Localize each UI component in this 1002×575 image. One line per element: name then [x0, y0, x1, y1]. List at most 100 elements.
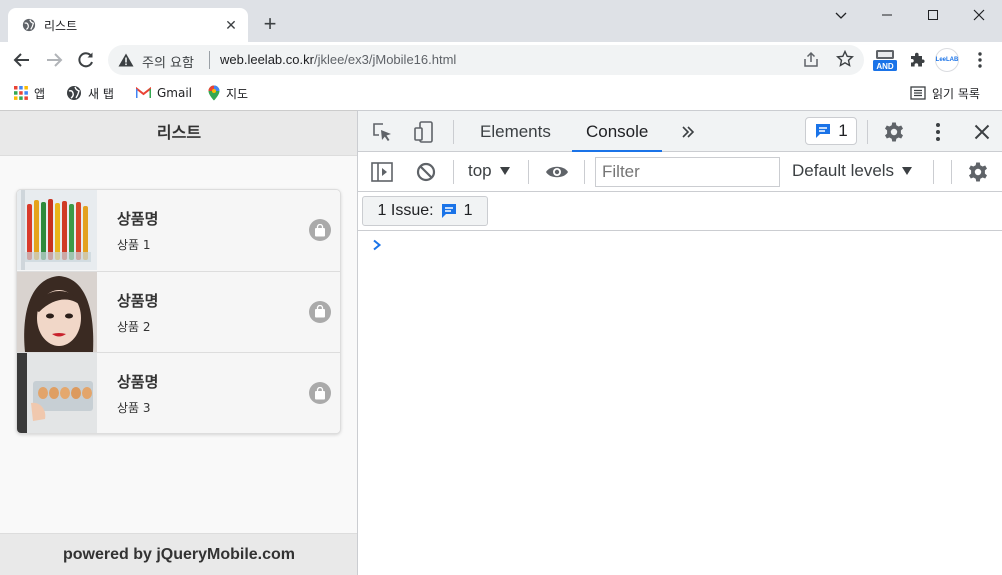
tab-close-icon[interactable]: ✕: [222, 16, 240, 34]
chevron-right-icon: [373, 239, 382, 251]
new-tab-button[interactable]: +: [258, 12, 282, 36]
leelab-label: LeeLAB: [935, 57, 959, 63]
reading-list-button[interactable]: 읽기 목록: [910, 83, 980, 103]
list-item[interactable]: 상품명 상품 3: [17, 353, 340, 433]
minimize-icon: [882, 14, 892, 16]
console-filter-input[interactable]: [595, 157, 780, 187]
message-icon: [816, 124, 831, 138]
shopping-bag-icon[interactable]: [309, 300, 331, 323]
share-icon[interactable]: [802, 51, 820, 69]
bookmarks-bar: 앱 새 탭 Gmail 지도 읽기 목록: [0, 78, 1002, 110]
issues-button[interactable]: 1 Issue: 1: [362, 196, 488, 226]
devtools-settings-button[interactable]: [882, 120, 906, 144]
reading-list-icon: [910, 86, 926, 100]
live-expression-button[interactable]: [544, 160, 570, 184]
show-sidebar-button[interactable]: [370, 160, 394, 184]
log-levels-label: Default levels: [792, 161, 895, 180]
devtools-tabbar: Elements Console 1: [358, 111, 1002, 152]
tab-elements[interactable]: Elements: [480, 111, 551, 152]
inspect-icon: [373, 123, 391, 141]
tab-console[interactable]: Console: [572, 111, 663, 152]
gear-icon: [969, 162, 987, 182]
browser-menu-button[interactable]: [970, 49, 990, 71]
url-text[interactable]: web.leelab.co.kr/jklee/ex3/jMobile16.htm…: [220, 52, 456, 67]
toolbar-divider: [951, 160, 952, 184]
bookmark-label: 새 탭: [88, 86, 114, 101]
close-icon: [974, 124, 990, 140]
context-selector[interactable]: top: [468, 161, 510, 181]
more-tabs-button[interactable]: [678, 122, 698, 142]
bookmark-label: Gmail: [157, 86, 193, 100]
toolbar-divider: [933, 160, 934, 184]
bookmark-maps[interactable]: 지도: [208, 83, 248, 103]
bookmark-gmail[interactable]: Gmail: [136, 83, 192, 103]
product-thumbnail: [17, 190, 97, 270]
warning-icon[interactable]: [118, 53, 134, 67]
bookmark-label: 지도: [226, 86, 249, 101]
kebab-menu-icon: [978, 52, 982, 68]
leelab-logo-icon: LeeLAB: [935, 48, 959, 72]
window-maximize-button[interactable]: [910, 0, 956, 30]
toolbar-divider: [528, 160, 529, 184]
apps-grid-icon: [14, 86, 28, 100]
log-levels-dropdown[interactable]: Default levels: [792, 161, 913, 181]
console-prompt[interactable]: [372, 238, 382, 256]
message-count: 1: [838, 121, 848, 140]
reading-list-label: 읽기 목록: [932, 86, 980, 101]
globe-icon: [67, 86, 81, 100]
bookmark-star-icon[interactable]: [836, 50, 854, 68]
bookmark-apps[interactable]: 앱: [14, 83, 45, 103]
window-close-button[interactable]: [956, 0, 1002, 30]
maps-pin-icon: [208, 85, 220, 101]
list-item[interactable]: 상품명 상품 1: [17, 190, 340, 272]
reload-button[interactable]: [72, 46, 100, 74]
page-viewport: 리스트 상품명 상품 1 상품명 상품 2 상품명 상품 3 powered b…: [0, 110, 358, 575]
item-heading: 상품명: [117, 373, 159, 391]
devtools-menu-button[interactable]: [926, 120, 950, 144]
page-footer: powered by jQueryMobile.com: [0, 533, 358, 575]
browser-tab[interactable]: 리스트 ✕: [8, 8, 248, 42]
back-button[interactable]: [8, 46, 36, 74]
and-extension-label: AND: [876, 62, 894, 71]
globe-icon: [22, 18, 36, 32]
bookmark-new-tab[interactable]: 새 탭: [66, 83, 114, 103]
issues-count: 1: [463, 202, 473, 219]
console-messages-badge[interactable]: 1: [805, 117, 857, 145]
shopping-bag-icon[interactable]: [309, 219, 331, 241]
tab-strip: 리스트 ✕ +: [0, 0, 1002, 42]
devtools-close-button[interactable]: [970, 120, 994, 144]
window-minimize-button[interactable]: [864, 0, 910, 30]
minimize-button[interactable]: [818, 0, 864, 30]
toolbar-divider: [453, 160, 454, 184]
extension-and[interactable]: AND: [872, 49, 898, 71]
toolbar-divider: [584, 160, 585, 184]
extensions-button[interactable]: [906, 49, 928, 71]
clear-console-button[interactable]: [414, 160, 438, 184]
url-path: /jklee/ex3/jMobile16.html: [313, 52, 457, 67]
shopping-bag-icon[interactable]: [309, 382, 331, 404]
issues-bar: 1 Issue: 1: [358, 192, 1002, 231]
item-subtitle: 상품 2: [117, 319, 151, 334]
gear-icon: [885, 122, 903, 142]
puzzle-icon: [911, 52, 925, 67]
block-icon: [416, 162, 436, 182]
bookmark-label: 앱: [34, 86, 46, 101]
inspect-element-button[interactable]: [370, 120, 394, 144]
security-label[interactable]: 주의 요함: [142, 52, 194, 71]
device-toggle-icon: [414, 121, 433, 143]
issues-label: 1 Issue:: [377, 202, 434, 219]
toolbar-divider: [453, 120, 454, 144]
leelab-extension[interactable]: LeeLAB: [934, 48, 960, 72]
devtools-panel: Elements Console 1 top Filter Default le…: [357, 110, 1002, 575]
chevron-down-icon: [835, 12, 847, 19]
address-bar[interactable]: 주의 요함 web.leelab.co.kr/jklee/ex3/jMobile…: [108, 45, 864, 75]
console-settings-button[interactable]: [966, 160, 990, 184]
list-item[interactable]: 상품명 상품 2: [17, 271, 340, 353]
sidebar-toggle-icon: [371, 162, 393, 182]
item-subtitle: 상품 1: [117, 238, 151, 252]
device-toolbar-button[interactable]: [412, 120, 436, 144]
forward-button[interactable]: [40, 46, 68, 74]
browser-toolbar: 주의 요함 web.leelab.co.kr/jklee/ex3/jMobile…: [0, 42, 1002, 78]
toolbar-divider: [867, 120, 868, 144]
console-toolbar: top Default levels: [358, 152, 1002, 192]
